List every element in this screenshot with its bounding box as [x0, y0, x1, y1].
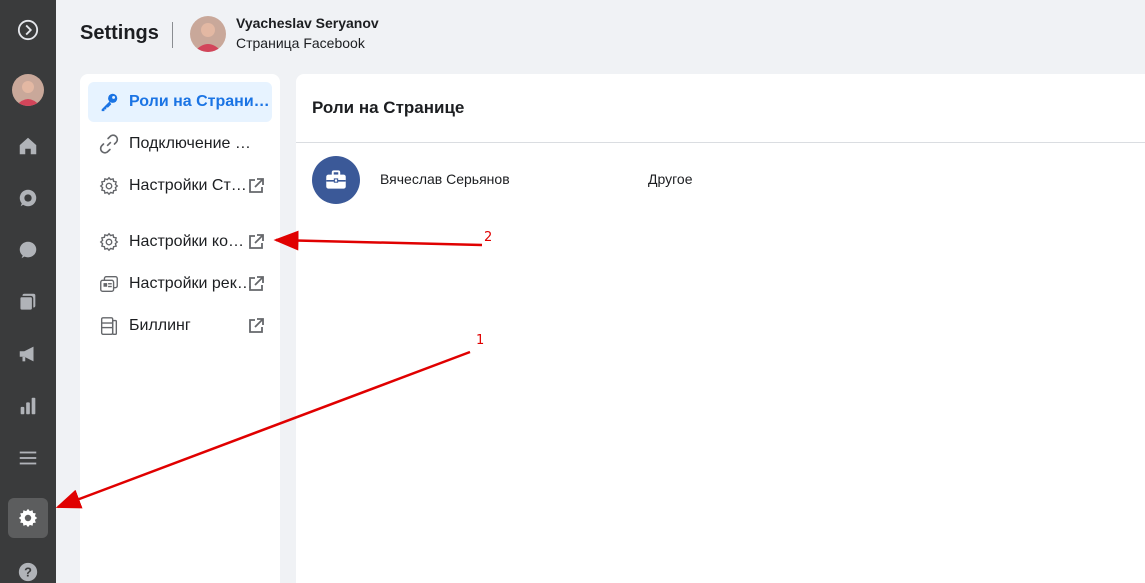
svg-text:?: ? [24, 565, 32, 580]
external-link-icon [246, 232, 266, 252]
ads-icon [98, 273, 120, 295]
nav-item-page-roles[interactable]: Роли на Странице [88, 82, 272, 122]
panel-divider [296, 142, 1145, 143]
nav-item-label: Роли на Странице [129, 93, 271, 110]
external-link-icon [246, 274, 266, 294]
settings-nav: Роли на Странице Подключение аккаунтов Н… [80, 74, 280, 583]
annotation-label-1: 1 [476, 333, 485, 348]
help-icon[interactable]: ? [8, 552, 48, 583]
external-link-icon [246, 176, 266, 196]
nav-item-label: Подключение аккаунтов [129, 135, 259, 152]
megaphone-icon[interactable] [8, 334, 48, 374]
nav-item-label: Настройки рекламы [129, 275, 253, 292]
annotation-label-2: 2 [484, 230, 493, 245]
insights-icon[interactable] [8, 386, 48, 426]
pages-icon[interactable] [8, 282, 48, 322]
nav-item-ad-settings[interactable]: Настройки рекламы [88, 264, 272, 304]
header-divider [172, 22, 173, 48]
gear-icon[interactable] [8, 498, 48, 538]
left-rail: ? [0, 0, 56, 583]
account-type: Страница Facebook [236, 35, 365, 51]
briefcase-icon [312, 156, 360, 204]
home-icon[interactable] [8, 126, 48, 166]
nav-item-label: Настройки Страницы [129, 177, 253, 194]
nav-item-business-settings[interactable]: Настройки компании [88, 222, 272, 262]
page-roles-panel: Роли на Странице Вячеслав Серьянов Друго… [296, 74, 1145, 583]
account-avatar[interactable] [190, 16, 226, 52]
gear-icon [98, 231, 120, 253]
key-icon [98, 91, 120, 113]
messenger-icon[interactable] [8, 230, 48, 270]
page-title: Settings [80, 22, 159, 44]
billing-icon [98, 315, 120, 337]
logo-icon[interactable] [8, 10, 48, 50]
menu-icon[interactable] [8, 438, 48, 478]
avatar[interactable] [12, 74, 44, 106]
nav-item-page-settings[interactable]: Настройки Страницы [88, 166, 272, 206]
nav-item-billing[interactable]: Биллинг [88, 306, 272, 346]
external-link-icon [246, 316, 266, 336]
panel-title: Роли на Странице [312, 98, 465, 117]
role-type: Другое [648, 171, 693, 187]
account-name: Vyacheslav Seryanov [236, 15, 379, 31]
gear-icon [98, 175, 120, 197]
nav-item-linked-accounts[interactable]: Подключение аккаунтов [88, 124, 272, 164]
link-icon [98, 133, 120, 155]
role-person-name: Вячеслав Серьянов [380, 171, 510, 187]
nav-item-label: Биллинг [129, 317, 191, 334]
page-header: Settings Vyacheslav Seryanov Страница Fa… [56, 0, 1145, 70]
nav-item-label: Настройки компании [129, 233, 253, 250]
whatsapp-icon[interactable] [8, 178, 48, 218]
